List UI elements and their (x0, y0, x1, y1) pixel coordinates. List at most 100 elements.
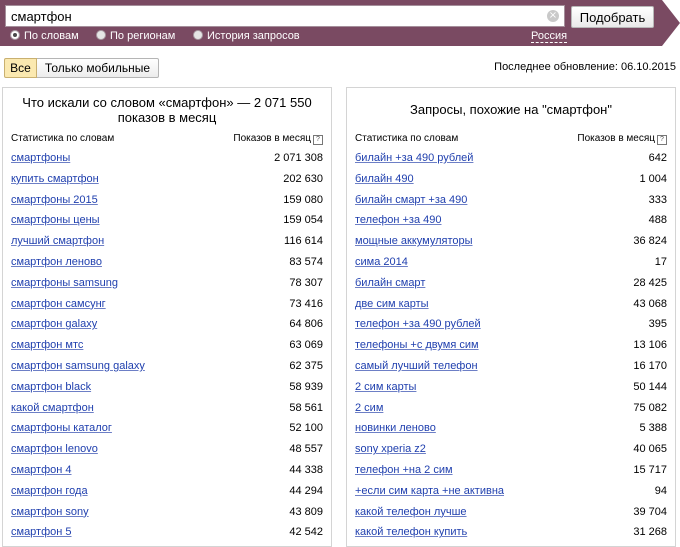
help-icon[interactable]: ? (657, 135, 667, 145)
keyword-link[interactable]: смартфон black (11, 381, 91, 393)
keyword-link[interactable]: смартфоны 2015 (11, 194, 98, 206)
keyword-link[interactable]: 2 сим карты (355, 381, 416, 393)
keyword-link[interactable]: смартфоны каталог (11, 422, 112, 434)
keyword-link[interactable]: самый лучший телефон (355, 360, 478, 372)
table-row: самый лучший телефон 16 170 (355, 356, 667, 377)
keyword-link[interactable]: телефон +за 490 (355, 214, 442, 226)
table-row: какой телефон купить 31 268 (355, 522, 667, 543)
table-row: билайн +за 490 рублей 642 (355, 148, 667, 169)
filter-mobile-button[interactable]: Только мобильные (37, 58, 159, 78)
keyword-link[interactable]: новинки леново (355, 422, 436, 434)
radio-icon[interactable] (96, 30, 106, 40)
keyword-link[interactable]: какой смартфон (11, 402, 94, 414)
keyword-link[interactable]: телефон +за 490 рублей (355, 318, 481, 330)
help-icon[interactable]: ? (313, 135, 323, 145)
similar-queries-panel: Запросы, похожие на "смартфон" Статистик… (346, 87, 676, 547)
keyword-link[interactable]: телефон +на 2 сим (355, 464, 453, 476)
radio-history[interactable]: История запросов (193, 30, 300, 42)
keyword-link[interactable]: смартфон 5 (11, 526, 72, 538)
keyword-link[interactable]: смартфон samsung galaxy (11, 360, 145, 372)
keyword-link[interactable]: смартфоны samsung (11, 277, 118, 289)
impressions-count: 13 106 (633, 339, 667, 352)
keyword-link[interactable]: sony xperia z2 (355, 443, 426, 455)
radio-icon[interactable] (193, 30, 203, 40)
table-row: смартфон samsung galaxy 62 375 (11, 356, 323, 377)
table-row: смартфон lenovo 48 557 (11, 439, 323, 460)
header-arrow-decoration (662, 0, 680, 46)
radio-by-words[interactable]: По словам (10, 30, 79, 42)
keyword-link[interactable]: смартфоны цены (11, 214, 100, 226)
column-count-label: Показов в месяц (577, 133, 655, 144)
keyword-link[interactable]: смартфон sony (11, 506, 89, 518)
table-row: телефон +за 490 488 (355, 210, 667, 231)
filter-all-button[interactable]: Все (4, 58, 37, 78)
table-row: смартфоны каталог 52 100 (11, 418, 323, 439)
table-row: sony xperia z2 40 065 (355, 439, 667, 460)
table-row: смартфоны 2 071 308 (11, 148, 323, 169)
panel-title: Запросы, похожие на "смартфон" (410, 102, 612, 117)
keyword-link[interactable]: смартфон lenovo (11, 443, 98, 455)
table-row: телефоны +с двумя сим 13 106 (355, 335, 667, 356)
table-row: смартфон 5 42 542 (11, 522, 323, 543)
table-row: какой телефон лучше 39 704 (355, 502, 667, 523)
keyword-link[interactable]: смартфон самсунг (11, 298, 106, 310)
keyword-link[interactable]: билайн 490 (355, 173, 414, 185)
keyword-stats-panel: Что искали со словом «смартфон» — 2 071 … (2, 87, 332, 547)
radio-label: История запросов (207, 30, 300, 42)
impressions-count: 40 065 (633, 443, 667, 456)
table-row: +если сим карта +не активна 94 (355, 481, 667, 502)
table-row: мощные аккумуляторы 36 824 (355, 231, 667, 252)
table-row: смартфон года 44 294 (11, 481, 323, 502)
table-row: смартфоны 2015 159 080 (11, 190, 323, 211)
keyword-link[interactable]: сима 2014 (355, 256, 408, 268)
impressions-count: 94 (654, 484, 667, 497)
clear-icon[interactable]: × (547, 10, 559, 22)
radio-icon[interactable] (10, 30, 20, 40)
keyword-link[interactable]: билайн +за 490 рублей (355, 152, 473, 164)
search-input[interactable] (5, 5, 565, 27)
table-row: 2 сим 75 082 (355, 398, 667, 419)
keyword-link[interactable]: смартфон galaxy (11, 318, 97, 330)
keyword-link[interactable]: телефоны +с двумя сим (355, 339, 479, 351)
radio-by-regions[interactable]: По регионам (96, 30, 175, 42)
impressions-count: 642 (648, 152, 667, 164)
search-button[interactable]: Подобрать (571, 6, 654, 28)
keyword-link[interactable]: купить смартфон (11, 173, 99, 185)
impressions-count: 159 080 (283, 193, 323, 206)
column-count-header: Показов в месяц? (577, 133, 667, 145)
table-row: новинки леново 5 388 (355, 418, 667, 439)
impressions-count: 43 809 (289, 505, 323, 518)
column-header: Статистика по словам Показов в месяц? (355, 133, 667, 147)
impressions-count: 2 071 308 (274, 152, 323, 164)
impressions-count: 83 574 (289, 255, 323, 268)
column-count-header: Показов в месяц? (233, 133, 323, 145)
keyword-link[interactable]: 2 сим (355, 402, 383, 414)
table-row: билайн смарт +за 490 333 (355, 190, 667, 211)
similar-query-list: билайн +за 490 рублей 642 билайн 490 1 004 б… (355, 148, 667, 543)
table-row: телефон +за 490 рублей 395 (355, 314, 667, 335)
keyword-link[interactable]: +если сим карта +не активна (355, 485, 504, 497)
region-link[interactable]: Россия (531, 30, 568, 43)
keyword-link[interactable]: смартфон мтс (11, 339, 83, 351)
table-row: телефон +на 2 сим 15 717 (355, 460, 667, 481)
keyword-link[interactable]: смартфоны (11, 152, 70, 164)
keyword-link[interactable]: какой телефон лучше (355, 506, 467, 518)
table-row: смартфоны samsung 78 307 (11, 273, 323, 294)
keyword-link[interactable]: какой телефон купить (355, 526, 467, 538)
impressions-count: 15 717 (633, 463, 667, 476)
keyword-link[interactable]: мощные аккумуляторы (355, 235, 473, 247)
keyword-link[interactable]: смартфон леново (11, 256, 102, 268)
table-row: купить смартфон 202 630 (11, 169, 323, 190)
keyword-link[interactable]: две сим карты (355, 298, 429, 310)
table-row: смартфон самсунг 73 416 (11, 294, 323, 315)
keyword-link[interactable]: лучший смартфон (11, 235, 104, 247)
impressions-count: 75 082 (633, 401, 667, 414)
keyword-link[interactable]: билайн смарт +за 490 (355, 194, 467, 206)
keyword-link[interactable]: смартфон 4 (11, 464, 72, 476)
keyword-link[interactable]: билайн смарт (355, 277, 425, 289)
keyword-link[interactable]: смартфон года (11, 485, 88, 497)
table-row: билайн 490 1 004 (355, 169, 667, 190)
impressions-count: 43 068 (633, 297, 667, 310)
radio-label: По регионам (110, 30, 176, 42)
impressions-count: 202 630 (283, 172, 323, 185)
